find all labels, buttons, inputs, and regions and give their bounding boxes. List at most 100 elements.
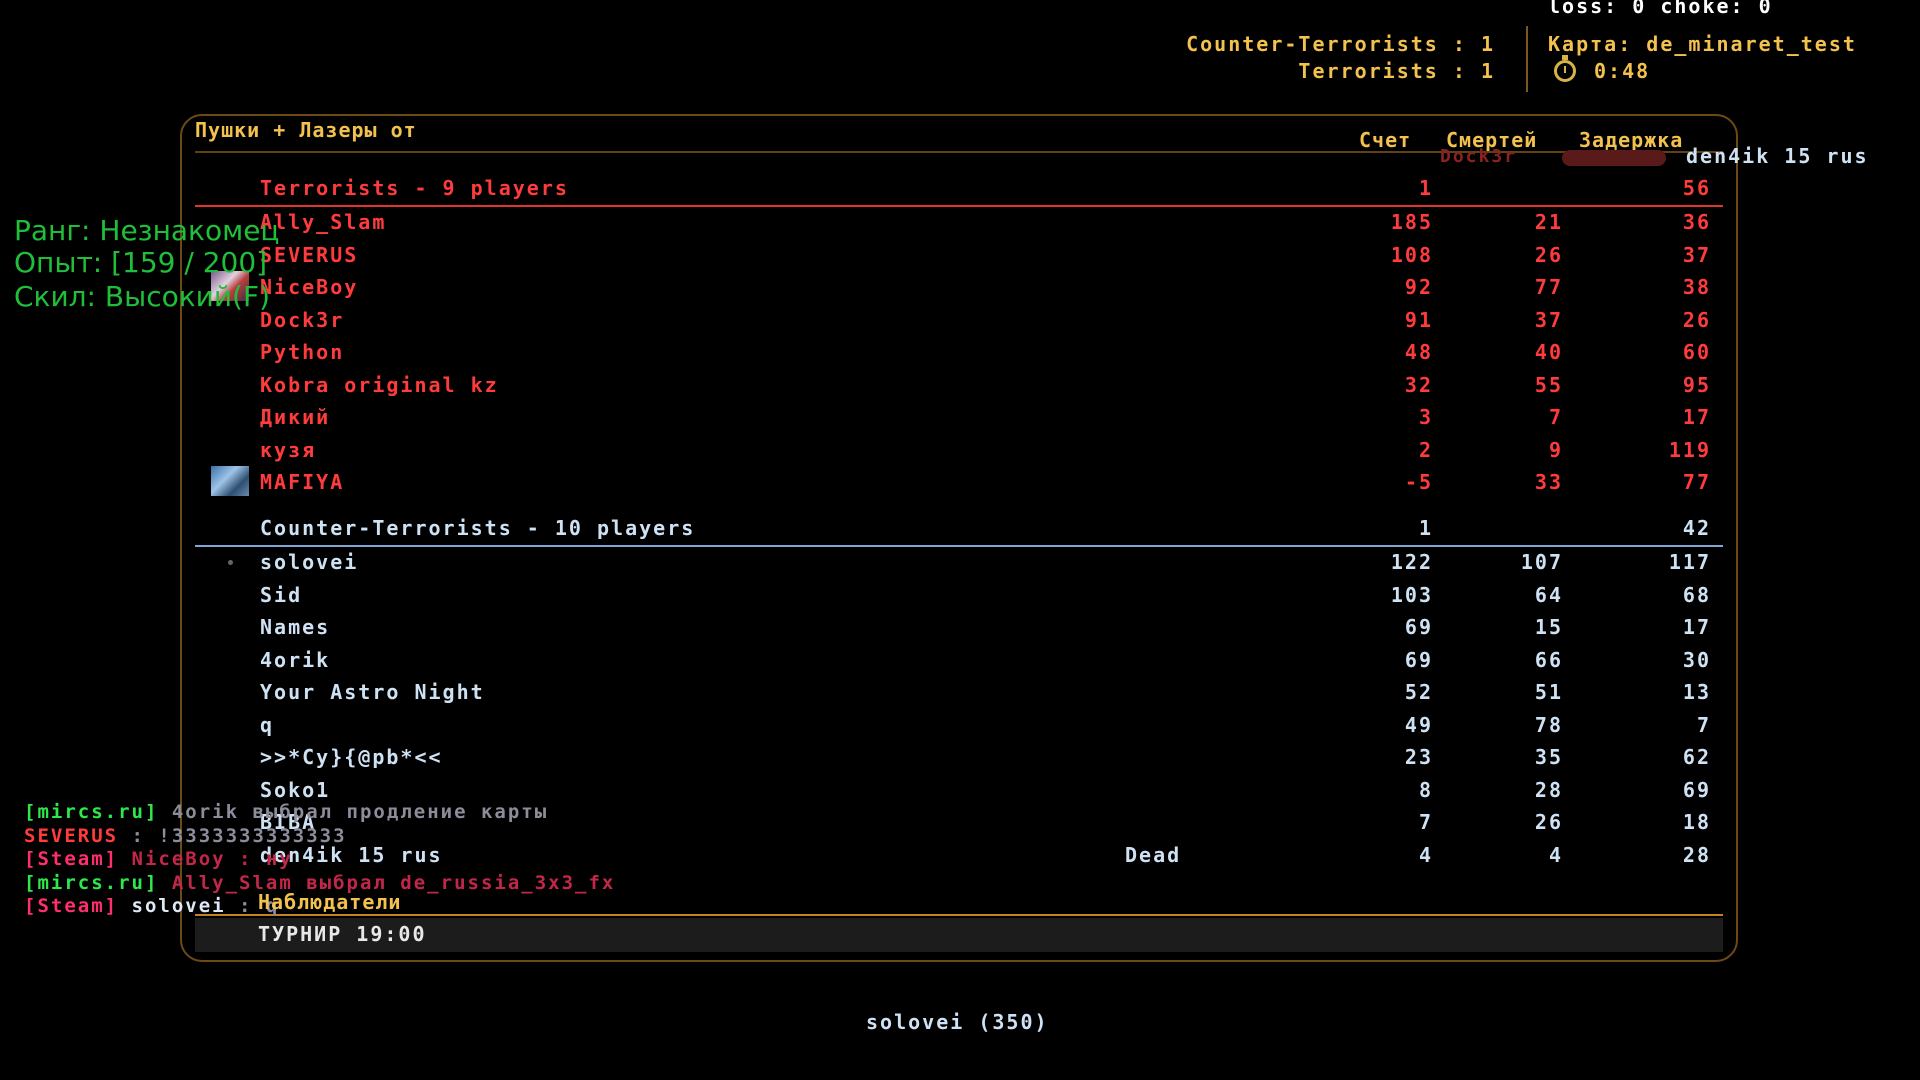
player-row[interactable]: Dock3r 91 37 26 bbox=[195, 308, 1723, 338]
player-name: Kobra original kz bbox=[260, 372, 499, 397]
player-row[interactable]: Your Astro Night 52 51 13 bbox=[195, 680, 1723, 710]
player-ping: 69 bbox=[1682, 777, 1711, 802]
player-score: 49 bbox=[1404, 712, 1433, 737]
player-name: MAFIYA bbox=[260, 470, 345, 494]
player-score: 69 bbox=[1404, 647, 1433, 672]
player-row[interactable]: SEVERUS 108 26 37 bbox=[195, 243, 1723, 273]
player-row[interactable]: кузя 2 9 119 bbox=[195, 438, 1723, 468]
player-ping: 117 bbox=[1668, 550, 1711, 574]
column-header-ping: Задержка bbox=[1579, 128, 1684, 152]
spectating-ghost-name: den4ik 15 rus bbox=[1686, 144, 1869, 168]
spectate-target: solovei (350) bbox=[866, 1010, 1049, 1034]
player-ping: 17 bbox=[1682, 405, 1711, 429]
netstat-readout: loss: 0 choke: 0 bbox=[1548, 0, 1773, 18]
player-ping: 119 bbox=[1668, 437, 1711, 462]
player-ping: 28 bbox=[1682, 842, 1711, 867]
player-ping: 38 bbox=[1682, 275, 1711, 299]
player-name: кузя bbox=[260, 437, 317, 462]
player-score: 122 bbox=[1390, 550, 1433, 574]
player-row[interactable]: Ally_Slam 185 21 36 bbox=[195, 210, 1723, 240]
player-name: Sid bbox=[260, 582, 303, 607]
player-deaths: 37 bbox=[1534, 307, 1563, 332]
player-row[interactable]: Дикий 3 7 17 bbox=[195, 405, 1723, 435]
counter_terrorists-header-row: Counter-Terrorists - 10 players 1 42 bbox=[195, 516, 1723, 546]
player-ping: 77 bbox=[1682, 470, 1711, 494]
player-ping: 62 bbox=[1682, 745, 1711, 769]
team-score: 1 bbox=[1418, 516, 1433, 540]
player-ping: 68 bbox=[1682, 582, 1711, 607]
player-deaths: 78 bbox=[1534, 712, 1563, 737]
player-deaths: 7 bbox=[1548, 405, 1563, 429]
stopwatch-icon bbox=[1554, 55, 1576, 82]
chat-text: : !3333333333333 bbox=[118, 824, 347, 847]
counter_terrorists-divider bbox=[195, 545, 1723, 547]
player-row[interactable]: MAFIYA -5 33 77 bbox=[195, 466, 1723, 500]
player-ping: 18 bbox=[1682, 810, 1711, 834]
player-row[interactable]: >>*Cy}{@pb*<< 23 35 62 bbox=[195, 745, 1723, 775]
t-team-score: Terrorists : 1 bbox=[1298, 59, 1495, 83]
player-deaths: 55 bbox=[1534, 372, 1563, 397]
player-ping: 13 bbox=[1682, 680, 1711, 704]
player-row[interactable]: NiceBoy 92 77 38 bbox=[195, 271, 1723, 305]
server-title: Пушки + Лазеры от bbox=[195, 118, 417, 142]
player-row[interactable]: solovei 122 107 117 bbox=[195, 550, 1723, 580]
terrorists-header-row: Terrorists - 9 players 1 56 bbox=[195, 176, 1723, 206]
player-ping: 26 bbox=[1682, 307, 1711, 332]
player-row[interactable]: den4ik 15 rus Dead 4 4 28 bbox=[195, 843, 1723, 873]
player-deaths: 21 bbox=[1534, 210, 1563, 234]
player-score: 2 bbox=[1418, 437, 1433, 462]
footer-text: ТУРНИР 19:00 bbox=[258, 922, 427, 946]
chat-author: NiceBoy bbox=[131, 848, 226, 870]
player-deaths: 26 bbox=[1534, 810, 1563, 834]
player-deaths: 64 bbox=[1534, 582, 1563, 607]
team-ping: 56 bbox=[1682, 176, 1711, 200]
player-deaths: 77 bbox=[1534, 275, 1563, 299]
player-ping: 95 bbox=[1682, 372, 1711, 397]
player-row[interactable]: Python 48 40 60 bbox=[195, 340, 1723, 370]
chat-tag: [mircs.ru] bbox=[24, 801, 172, 823]
player-row[interactable]: Kobra original kz 32 55 95 bbox=[195, 373, 1723, 403]
player-score: 52 bbox=[1404, 680, 1433, 704]
player-deaths: 35 bbox=[1534, 745, 1563, 769]
player-row[interactable]: q 49 78 7 bbox=[195, 713, 1723, 743]
player-deaths: 28 bbox=[1534, 777, 1563, 802]
chat-message: SEVERUS : !3333333333333 bbox=[24, 825, 347, 847]
chat-tag: [Steam] bbox=[24, 848, 132, 870]
player-name: q bbox=[260, 712, 275, 737]
player-score: 108 bbox=[1390, 242, 1433, 267]
chat-message: [mircs.ru] 4orik выбрал продление карты bbox=[24, 801, 548, 823]
spectators-divider bbox=[195, 914, 1723, 916]
round-timer: 0:48 bbox=[1594, 59, 1651, 83]
chat-message: [Steam] NiceBoy : ну bbox=[24, 848, 293, 870]
player-deaths: 15 bbox=[1534, 615, 1563, 639]
player-deaths: 4 bbox=[1548, 842, 1563, 867]
player-avatar bbox=[211, 466, 249, 496]
player-row[interactable]: Sid 103 64 68 bbox=[195, 583, 1723, 613]
player-row[interactable]: Names 69 15 17 bbox=[195, 615, 1723, 645]
skill-label: Скил: Высокий(F) bbox=[14, 280, 270, 313]
player-deaths: 26 bbox=[1534, 242, 1563, 267]
player-name: Names bbox=[260, 615, 331, 639]
player-ping: 17 bbox=[1682, 615, 1711, 639]
player-name: Soko1 bbox=[260, 777, 331, 802]
map-name: Карта: de_minaret_test bbox=[1548, 32, 1857, 56]
player-ping: 37 bbox=[1682, 242, 1711, 267]
player-name: Your Astro Night bbox=[260, 680, 485, 704]
player-ping: 36 bbox=[1682, 210, 1711, 234]
player-score: 3 bbox=[1418, 405, 1433, 429]
player-deaths: 40 bbox=[1534, 340, 1563, 364]
player-score: 8 bbox=[1418, 777, 1433, 802]
ghost-blob bbox=[1562, 150, 1666, 166]
chat-text: выбрал продление карты bbox=[239, 801, 549, 823]
player-deaths: 33 bbox=[1534, 470, 1563, 494]
chat-tag: [Steam] bbox=[24, 895, 132, 917]
chat-author: solovei bbox=[131, 895, 226, 917]
player-name: >>*Cy}{@pb*<< bbox=[260, 745, 443, 769]
column-header-score: Счет bbox=[1359, 128, 1412, 152]
ghost-name: Dock3r bbox=[1440, 146, 1518, 167]
team-score: 1 bbox=[1418, 176, 1433, 200]
voice-dot-icon bbox=[228, 560, 233, 565]
hud-divider bbox=[1526, 26, 1528, 92]
player-name: solovei bbox=[260, 550, 359, 574]
player-row[interactable]: 4orik 69 66 30 bbox=[195, 648, 1723, 678]
